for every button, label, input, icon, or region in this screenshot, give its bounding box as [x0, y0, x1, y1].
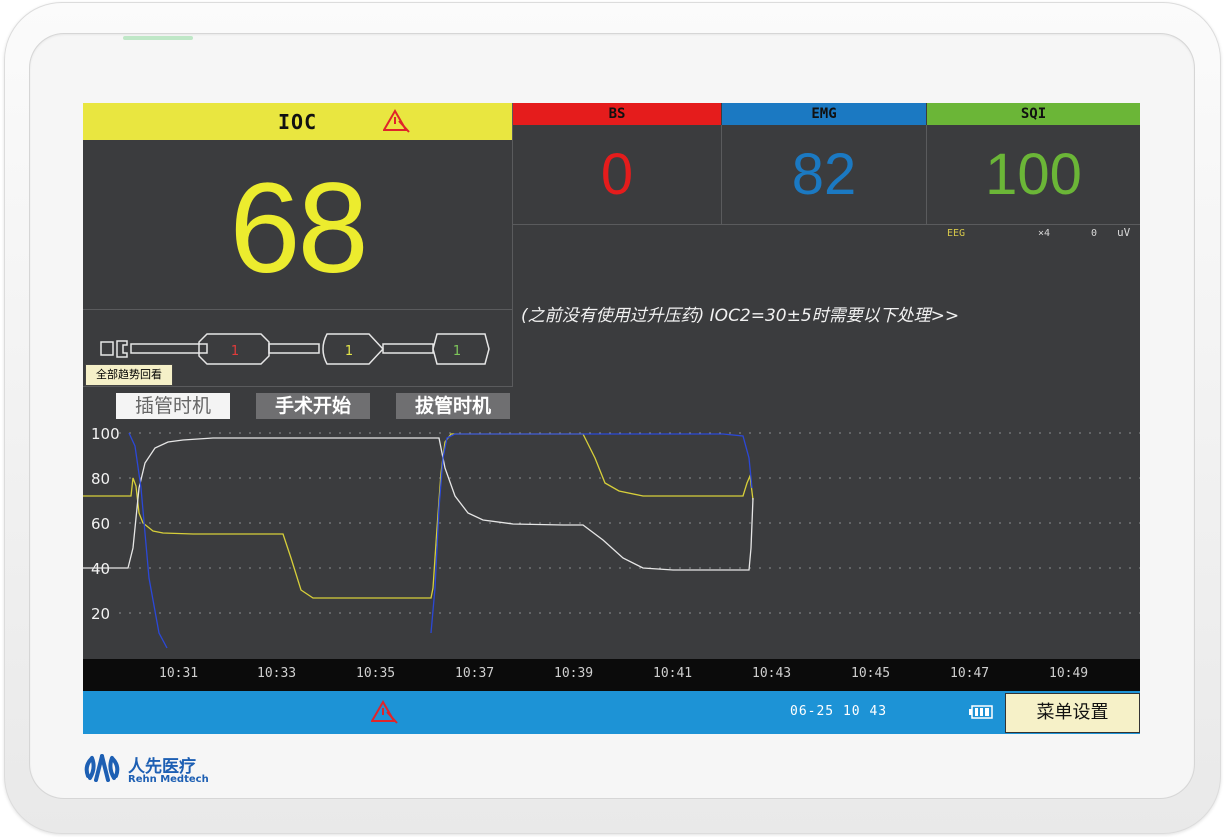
- advice-text[interactable]: (之前没有使用过升压药) IOC2=30±5时需要以下处理>>: [521, 301, 959, 326]
- divider: [926, 125, 927, 224]
- battery-icon: [969, 705, 993, 719]
- x-tick: 10:31: [159, 666, 199, 681]
- eeg-unit: uV: [1117, 226, 1131, 239]
- alarm-warning-icon[interactable]: [371, 700, 399, 724]
- emg-value: 82: [791, 142, 857, 207]
- menu-settings-button[interactable]: 菜单设置: [1005, 693, 1140, 733]
- bs-value: 0: [600, 142, 634, 207]
- ioc-trend-line: [83, 433, 754, 599]
- tube-segment-1: 1: [231, 344, 239, 359]
- tube-segment-3: 1: [453, 344, 461, 359]
- eeg-zero: 0: [1091, 228, 1098, 239]
- brand-logo-icon: [84, 754, 120, 782]
- x-tick: 10:37: [455, 666, 495, 681]
- grid-lines: [119, 432, 1140, 614]
- brand-name-en: Rehn Medtech: [128, 774, 209, 785]
- x-tick: 10:33: [257, 666, 297, 681]
- time-axis: 10:31 10:33 10:35 10:37 10:39 10:41 10:4…: [83, 659, 1140, 691]
- x-tick: 10:45: [851, 666, 891, 681]
- sqi-value: 100: [985, 142, 1082, 207]
- x-tick: 10:49: [1049, 666, 1089, 681]
- x-tick: 10:35: [356, 666, 396, 681]
- ioc-alarm-icon[interactable]: [383, 109, 411, 133]
- ioc-title: IOC: [278, 110, 318, 134]
- bs-header: BS: [513, 103, 721, 125]
- divider: [513, 224, 1140, 225]
- status-bar: 06-25 10 43 菜单设置: [83, 691, 1140, 734]
- divider: [83, 386, 513, 387]
- blue-trend-line: [128, 432, 753, 649]
- surgery-start-button[interactable]: 手术开始: [256, 393, 370, 419]
- y-tick-20: 20: [91, 605, 110, 623]
- monitor-screen: IOC 68 BS EMG SQI 0 82 100 EEG ×4 0 uV (…: [83, 103, 1140, 734]
- y-tick-100: 100: [91, 428, 120, 443]
- intubation-timing-button[interactable]: 插管时机: [116, 393, 230, 419]
- date-time: 06-25 10 43: [790, 704, 888, 719]
- y-tick-80: 80: [91, 470, 110, 488]
- eeg-label: EEG: [947, 228, 966, 239]
- tube-segment-2: 1: [345, 344, 353, 359]
- extubation-timing-button[interactable]: 拔管时机: [396, 393, 510, 419]
- ioc-value-panel: 68: [83, 140, 512, 310]
- eeg-gain: ×4: [1038, 228, 1051, 239]
- ioc-header: IOC: [83, 103, 512, 140]
- x-tick: 10:39: [554, 666, 594, 681]
- trend-chart: 100 80 60 40 20: [83, 428, 1140, 649]
- x-tick: 10:43: [752, 666, 792, 681]
- ioc-value: 68: [229, 157, 368, 300]
- y-tick-60: 60: [91, 515, 110, 533]
- divider: [721, 125, 722, 224]
- trend-review-button[interactable]: 全部趋势回看: [85, 364, 173, 386]
- sqi-header: SQI: [927, 103, 1140, 125]
- white-trend-line: [83, 437, 754, 571]
- emg-header: EMG: [722, 103, 926, 125]
- power-indicator-light: [123, 36, 193, 40]
- x-tick: 10:47: [950, 666, 990, 681]
- x-tick: 10:41: [653, 666, 693, 681]
- y-tick-40: 40: [91, 560, 110, 578]
